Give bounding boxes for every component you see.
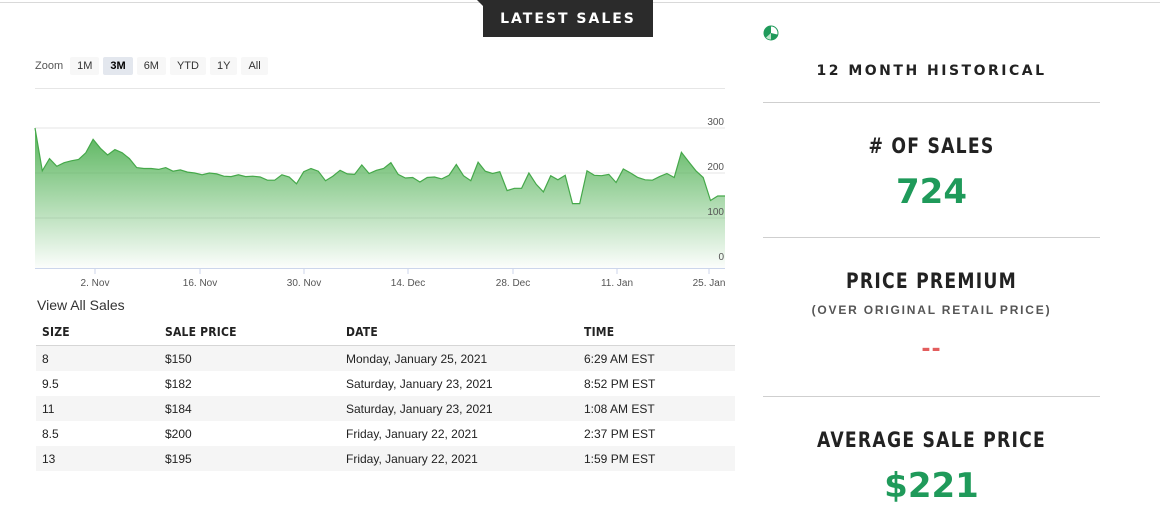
x-axis-ticks: 2. Nov 16. Nov 30. Nov 14. Dec 28. Dec 11. Ja… (81, 268, 726, 289)
sales-chart-svg: 2. Nov 16. Nov 30. Nov 14. Dec 28. Dec 11. Ja… (34, 88, 726, 289)
zoom-ytd-button[interactable]: YTD (169, 57, 206, 75)
sales-chart[interactable]: 2. Nov 16. Nov 30. Nov 14. Dec 28. Dec 11. Ja… (0, 88, 745, 293)
price-premium-label: PRICE PREMIUM (846, 269, 1017, 293)
x-tick-label: 25. Jan (693, 278, 726, 289)
cell-size: 8.5 (42, 426, 59, 441)
zoom-controls: Zoom 1M 3M 6M YTD 1Y All (35, 56, 268, 76)
cell-time: 6:29 AM EST (584, 351, 655, 366)
cell-size: 8 (42, 351, 49, 366)
cell-date: Friday, January 22, 2021 (346, 451, 478, 466)
header-sale-price[interactable]: SALE PRICE (159, 318, 340, 346)
table-row: 9.5 $182 Saturday, January 23, 2021 8:52… (36, 371, 735, 396)
cell-time: 1:59 PM EST (584, 451, 656, 466)
cell-sale-price: $200 (165, 426, 192, 441)
sales-count-value: 724 (896, 172, 967, 212)
divider (763, 396, 1100, 397)
y-tick-label: 100 (707, 207, 724, 218)
y-tick-label: 300 (707, 117, 724, 128)
series-area[interactable] (35, 128, 725, 268)
x-tick-label: 11. Jan (601, 278, 633, 289)
cell-size: 13 (42, 451, 56, 466)
cell-size: 9.5 (42, 376, 59, 391)
zoom-label: Zoom (35, 60, 64, 72)
x-tick-label: 28. Dec (496, 278, 530, 289)
cell-sale-price: $195 (165, 451, 192, 466)
zoom-1m-button[interactable]: 1M (70, 57, 100, 75)
x-tick-label: 14. Dec (391, 278, 425, 289)
average-price-value: $221 (884, 466, 979, 506)
table-header-row: SIZE SALE PRICE DATE TIME (36, 318, 735, 346)
latest-sales-tab[interactable]: LATEST SALES (477, 0, 653, 37)
x-tick-label: 2. Nov (81, 278, 110, 289)
cell-time: 8:52 PM EST (584, 376, 656, 391)
sales-table: SIZE SALE PRICE DATE TIME 8 $150 Monday,… (36, 318, 735, 471)
x-tick-label: 16. Nov (183, 278, 217, 289)
cell-size: 11 (42, 401, 55, 416)
cell-time: 2:37 PM EST (584, 426, 656, 441)
table-row: 8 $150 Monday, January 25, 2021 6:29 AM … (36, 345, 735, 371)
cell-date: Saturday, January 23, 2021 (346, 376, 493, 391)
divider (763, 237, 1100, 238)
period-title: 12 MONTH HISTORICAL (816, 63, 1047, 79)
price-premium-subtitle: (OVER ORIGINAL RETAIL PRICE) (811, 303, 1052, 317)
cell-date: Friday, January 22, 2021 (346, 426, 478, 441)
cell-sale-price: $184 (165, 401, 192, 416)
y-tick-label: 0 (718, 252, 724, 263)
x-tick-label: 30. Nov (287, 278, 321, 289)
header-date[interactable]: DATE (340, 318, 578, 346)
cell-date: Saturday, January 23, 2021 (346, 401, 493, 416)
cell-sale-price: $182 (165, 376, 192, 391)
header-size[interactable]: SIZE (36, 318, 159, 346)
y-tick-label: 200 (707, 162, 724, 173)
view-all-sales-link[interactable]: View All Sales (37, 297, 125, 313)
average-price-label: AVERAGE SALE PRICE (816, 428, 1047, 452)
table-row: 8.5 $200 Friday, January 22, 2021 2:37 P… (36, 421, 735, 446)
divider (763, 102, 1100, 103)
sales-count-label: # OF SALES (868, 134, 995, 158)
table-row: 13 $195 Friday, January 22, 2021 1:59 PM… (36, 446, 735, 471)
price-premium-value: -- (921, 337, 942, 362)
cell-date: Monday, January 25, 2021 (346, 351, 488, 366)
header-time[interactable]: TIME (578, 318, 735, 346)
cell-time: 1:08 AM EST (584, 401, 655, 416)
zoom-3m-button[interactable]: 3M (103, 57, 133, 75)
table-row: 11 $184 Saturday, January 23, 2021 1:08 … (36, 396, 735, 421)
pie-chart-icon[interactable] (763, 25, 779, 41)
cell-sale-price: $150 (165, 351, 192, 366)
zoom-6m-button[interactable]: 6M (136, 57, 166, 75)
zoom-all-button[interactable]: All (241, 57, 268, 75)
zoom-1y-button[interactable]: 1Y (209, 57, 238, 75)
